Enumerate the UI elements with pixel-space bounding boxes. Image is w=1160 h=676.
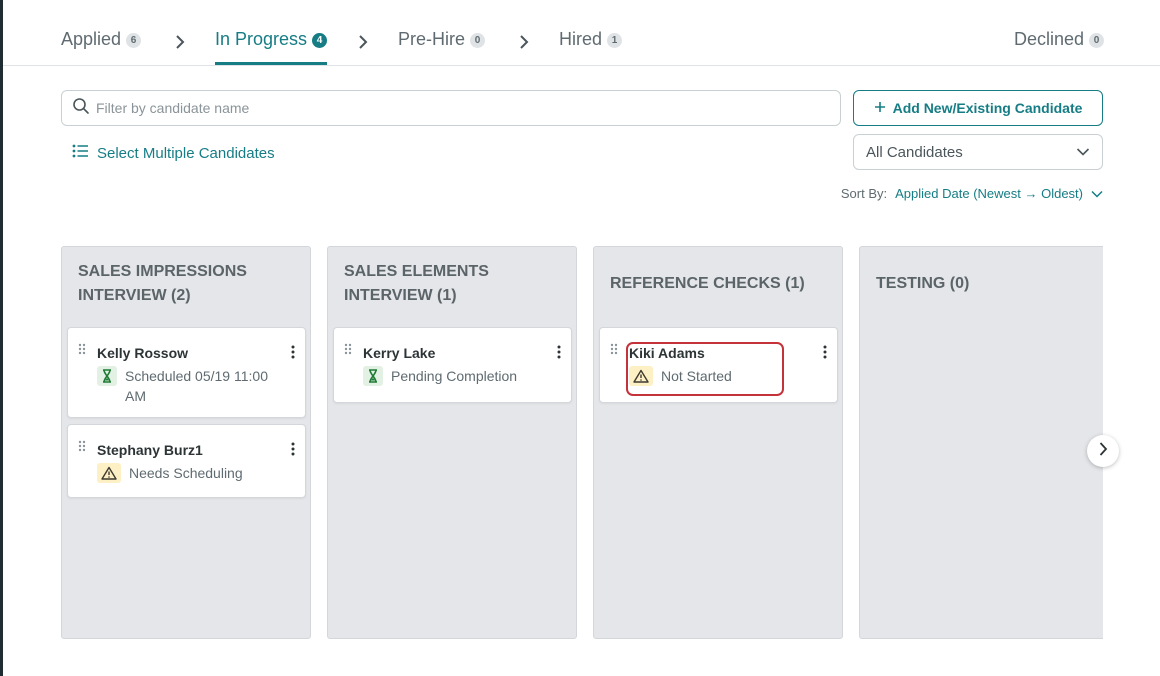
tab-count-badge: 0 bbox=[470, 33, 486, 48]
tab-label: Hired bbox=[559, 29, 603, 49]
candidate-name[interactable]: Kerry Lake bbox=[363, 345, 435, 361]
hourglass-icon bbox=[97, 366, 117, 386]
sort-value: Applied Date (Newest → Oldest) bbox=[895, 185, 1083, 201]
candidate-name[interactable]: Kiki Adams bbox=[629, 345, 705, 361]
tab-label: Declined bbox=[1014, 29, 1085, 49]
candidate-status: Pending Completion bbox=[363, 366, 517, 386]
tab-in-progress[interactable]: In Progress 4 bbox=[215, 29, 328, 65]
stage-column: TESTING (0) bbox=[859, 246, 1103, 639]
dropdown-selected-value: All Candidates bbox=[866, 143, 963, 161]
stage-column: SALES ELEMENTS INTERVIEW (1) Kerry Lake … bbox=[327, 246, 577, 639]
chevron-right-icon bbox=[518, 32, 532, 52]
tab-pre-hire[interactable]: Pre-Hire 0 bbox=[398, 29, 486, 65]
chevron-right-icon bbox=[357, 32, 371, 52]
stage-column: REFERENCE CHECKS (1) Kiki Adams Not Star… bbox=[593, 246, 843, 639]
candidate-card[interactable]: Stephany Burz1 Needs Scheduling bbox=[67, 424, 306, 498]
status-text: Pending Completion bbox=[391, 368, 518, 384]
plus-icon bbox=[874, 100, 886, 116]
drag-handle-icon[interactable] bbox=[344, 342, 352, 360]
candidate-name[interactable]: Stephany Burz1 bbox=[97, 442, 203, 458]
more-options-icon[interactable] bbox=[823, 345, 827, 364]
tab-declined[interactable]: Declined 0 bbox=[1014, 29, 1105, 65]
column-title: TESTING (0) bbox=[876, 275, 970, 292]
more-options-icon[interactable] bbox=[291, 442, 295, 461]
status-text: Needs Scheduling bbox=[129, 465, 243, 481]
candidate-status: Needs Scheduling bbox=[97, 463, 243, 483]
chevron-right-icon bbox=[174, 32, 188, 52]
warning-icon bbox=[629, 366, 653, 386]
kanban-board: SALES IMPRESSIONS INTERVIEW (2) Kelly Ro… bbox=[61, 246, 1103, 639]
stage-column: SALES IMPRESSIONS INTERVIEW (2) Kelly Ro… bbox=[61, 246, 311, 639]
scroll-right-button[interactable] bbox=[1087, 435, 1119, 467]
status-text: Not Started bbox=[661, 368, 732, 384]
sort-dropdown[interactable]: Applied Date (Newest → Oldest) bbox=[895, 186, 1103, 201]
tab-hired[interactable]: Hired 1 bbox=[559, 29, 623, 65]
list-icon bbox=[72, 144, 89, 162]
chevron-right-icon bbox=[1098, 441, 1108, 462]
chevron-down-icon bbox=[1091, 186, 1103, 201]
stage-tabs: Applied 6 In Progress 4 Pre-Hire 0 Hired… bbox=[3, 0, 1160, 66]
tab-count-badge: 0 bbox=[1089, 33, 1105, 48]
column-title: REFERENCE CHECKS (1) bbox=[610, 275, 805, 292]
candidate-card[interactable]: Kerry Lake Pending Completion bbox=[333, 327, 572, 403]
sort-label: Sort By: bbox=[840, 185, 888, 201]
more-options-icon[interactable] bbox=[291, 345, 295, 364]
candidate-filter[interactable] bbox=[61, 90, 841, 126]
search-input[interactable] bbox=[96, 100, 816, 116]
tab-label: Applied bbox=[61, 29, 122, 49]
left-edge-border bbox=[0, 0, 3, 676]
select-multiple-label: Select Multiple Candidates bbox=[97, 144, 275, 162]
drag-handle-icon[interactable] bbox=[78, 342, 86, 360]
column-title: SALES IMPRESSIONS INTERVIEW (2) bbox=[78, 263, 247, 304]
tab-count-badge: 1 bbox=[607, 33, 623, 48]
warning-icon bbox=[97, 463, 121, 483]
candidate-status: Scheduled 05/19 11:00 AM bbox=[97, 366, 287, 406]
candidate-name[interactable]: Kelly Rossow bbox=[97, 345, 188, 361]
add-candidate-button[interactable]: Add New/Existing Candidate bbox=[853, 90, 1103, 126]
sort-control: Sort By: Applied Date (Newest → Oldest) bbox=[841, 184, 1103, 202]
search-icon bbox=[72, 97, 90, 120]
tab-count-badge: 6 bbox=[126, 33, 142, 48]
drag-handle-icon[interactable] bbox=[610, 342, 618, 360]
more-options-icon[interactable] bbox=[557, 345, 561, 364]
candidate-card[interactable]: Kelly Rossow Scheduled 05/19 11:00 AM bbox=[67, 327, 306, 418]
drag-handle-icon[interactable] bbox=[78, 439, 86, 457]
hourglass-icon bbox=[363, 366, 383, 386]
status-text: Scheduled 05/19 11:00 AM bbox=[125, 368, 268, 404]
candidate-status: Not Started bbox=[629, 366, 732, 386]
tab-applied[interactable]: Applied 6 bbox=[61, 29, 142, 65]
add-candidate-label: Add New/Existing Candidate bbox=[892, 100, 1083, 116]
candidates-dropdown[interactable]: All Candidates bbox=[853, 134, 1103, 170]
select-multiple-link[interactable]: Select Multiple Candidates bbox=[72, 142, 275, 164]
tab-count-badge: 4 bbox=[312, 33, 328, 48]
column-title: SALES ELEMENTS INTERVIEW (1) bbox=[344, 263, 489, 304]
candidate-card[interactable]: Kiki Adams Not Started bbox=[599, 327, 838, 403]
tab-label: Pre-Hire bbox=[398, 29, 466, 49]
chevron-down-icon bbox=[1076, 144, 1090, 161]
tab-label: In Progress bbox=[215, 29, 308, 49]
